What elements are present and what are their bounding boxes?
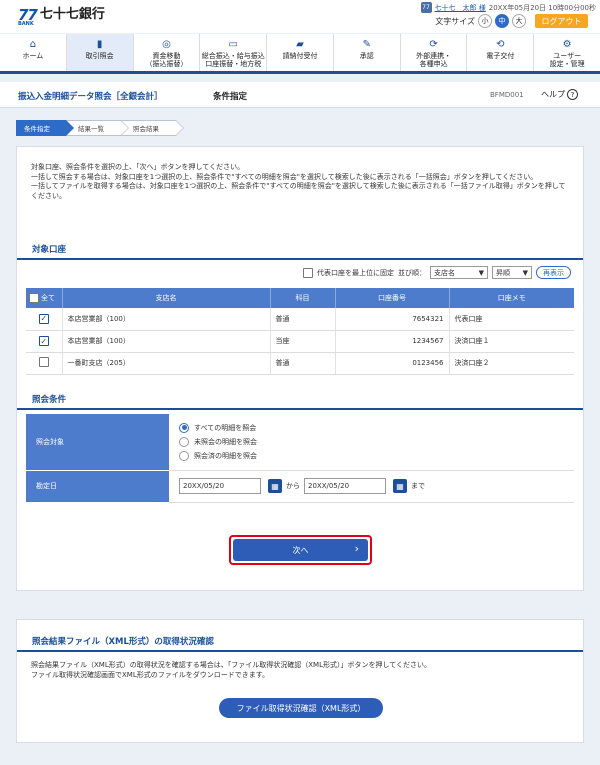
xml-section-heading: 照会結果ファイル（XML形式）の取得状況確認 bbox=[17, 635, 583, 652]
logout-button[interactable]: ログアウト bbox=[535, 14, 588, 28]
nav-item-home[interactable]: ⌂ ホーム bbox=[0, 34, 67, 71]
nav-item-transaction-inquiry[interactable]: ▮ 取引照会 bbox=[66, 34, 134, 71]
nav-item-external[interactable]: ⟳ 外部連携・ 各種申込 bbox=[401, 34, 468, 71]
screen-id: BFMD001 bbox=[490, 91, 524, 99]
table-row[interactable]: 一番町支店（205） 普通 0123456 決済口座２ bbox=[26, 352, 574, 375]
col-account-number: 口座番号 bbox=[335, 288, 450, 308]
help-link[interactable]: ヘルプ? bbox=[541, 89, 578, 100]
nav-item-user-settings[interactable]: ⚙ ユーザー 設定・管理 bbox=[534, 34, 600, 71]
file-status-check-button[interactable]: ファイル取得状況確認（XML形式） bbox=[219, 698, 383, 718]
condition-target-row: 照会対象 すべての明細を照会 未照会の明細を照会 照会済の明細を照会 bbox=[26, 414, 574, 471]
step-result-list: 結果一覧 bbox=[66, 120, 129, 136]
document-icon: ▮ bbox=[96, 39, 103, 50]
condition-card: 対象口座、照会条件を選択の上、「次へ」ボタンを押してください。 一括して照会する… bbox=[16, 146, 584, 591]
date-from-input[interactable]: 20XX/05/20 bbox=[179, 478, 261, 494]
radio-button[interactable] bbox=[179, 436, 189, 447]
account-table: 全て 支店名 科目 口座番号 口座メモ ✓ 本店営業部（100） 普通 7654… bbox=[26, 288, 574, 375]
col-memo: 口座メモ bbox=[449, 288, 574, 308]
font-size-large-button[interactable]: 大 bbox=[512, 14, 526, 28]
radio-all[interactable]: すべての明細を照会 bbox=[179, 421, 574, 435]
condition-date-row: 勘定日 20XX/05/20 ▦ から 20XX/05/20 ▦ まで bbox=[26, 470, 574, 503]
header: 77 BANK 七十七銀行 77 七十七 太郎 様 20XX年05月20日 10… bbox=[0, 0, 600, 33]
font-size-label: 文字サイズ bbox=[435, 16, 475, 26]
from-label: から bbox=[286, 482, 300, 490]
bank-name: 七十七銀行 bbox=[39, 7, 105, 22]
question-icon: ? bbox=[567, 89, 578, 100]
condition-target-label: 照会対象 bbox=[26, 414, 169, 471]
next-button[interactable]: 次へ › bbox=[233, 539, 368, 561]
font-size-small-button[interactable]: 小 bbox=[478, 14, 492, 28]
select-all-checkbox[interactable] bbox=[29, 293, 39, 303]
col-branch: 支店名 bbox=[62, 288, 271, 308]
radio-unviewed[interactable]: 未照会の明細を照会 bbox=[179, 435, 574, 449]
user-info: 77 七十七 太郎 様 20XX年05月20日 10時00分00秒 bbox=[420, 2, 596, 13]
font-size-medium-button[interactable]: 中 bbox=[495, 14, 509, 28]
step-condition: 条件指定 bbox=[16, 120, 74, 136]
chevron-right-icon: › bbox=[354, 542, 359, 555]
logo-bank-text: BANK bbox=[18, 21, 34, 27]
nav-item-tax-payment[interactable]: ▰ 請納付受付 bbox=[267, 34, 334, 71]
condition-table: 照会対象 すべての明細を照会 未照会の明細を照会 照会済の明細を照会 勘定日 2… bbox=[26, 414, 574, 503]
next-button-highlight: 次へ › bbox=[229, 535, 372, 565]
nav-item-fund-transfer[interactable]: ◎ 資金移動 （振込振替） bbox=[134, 34, 201, 71]
logo-number: 77 bbox=[18, 6, 38, 24]
to-label: まで bbox=[411, 482, 425, 490]
page-subtitle: 条件指定 bbox=[213, 92, 248, 102]
dropdown-arrow-icon: ▼ bbox=[522, 268, 528, 277]
fund-transfer-icon: ◎ bbox=[162, 39, 171, 50]
radio-viewed[interactable]: 照会済の明細を照会 bbox=[179, 449, 574, 463]
approve-icon: ✎ bbox=[362, 39, 371, 50]
row-checkbox[interactable] bbox=[38, 357, 49, 367]
person-icon: 77 bbox=[420, 2, 432, 13]
row-checkbox[interactable]: ✓ bbox=[38, 313, 49, 324]
account-list-controls: 代表口座を最上位に固定 並び順： 支店名 ▼ 昇順 ▼ 再表示 bbox=[303, 266, 571, 279]
nav-item-bulk-transfer[interactable]: ▭ 総合振込・給与振込 口座振替・地方税 bbox=[200, 34, 268, 71]
redisplay-button[interactable]: 再表示 bbox=[536, 266, 571, 279]
font-size-switcher: 文字サイズ 小 中 大 ログアウト bbox=[435, 14, 588, 28]
nav-item-e-delivery[interactable]: ⟲ 電子交付 bbox=[467, 34, 535, 71]
pin-primary-label: 代表口座を最上位に固定 bbox=[317, 268, 394, 277]
col-type: 科目 bbox=[270, 288, 336, 308]
user-settings-icon: ⚙ bbox=[562, 39, 572, 50]
condition-section-heading: 照会条件 bbox=[17, 393, 583, 410]
calendar-icon[interactable]: ▦ bbox=[268, 479, 282, 493]
date-to-input[interactable]: 20XX/05/20 bbox=[304, 478, 386, 494]
external-link-icon: ⟳ bbox=[429, 39, 438, 50]
nav-item-approval[interactable]: ✎ 承認 bbox=[334, 34, 401, 71]
calendar-icon[interactable]: ▦ bbox=[393, 479, 407, 493]
sort-order-select[interactable]: 昇順 ▼ bbox=[492, 266, 532, 279]
account-section-heading: 対象口座 bbox=[17, 243, 583, 260]
table-row[interactable]: ✓ 本店営業部（100） 普通 7654321 代表口座 bbox=[26, 308, 574, 331]
page-title-bar: 振込入金明細データ照会［全銀会計］ 条件指定 BFMD001 ヘルプ? bbox=[0, 82, 600, 108]
xml-description: 照会結果ファイル（XML形式）の取得状況を確認する場合は、「ファイル取得状況確認… bbox=[31, 661, 432, 679]
sort-label: 並び順： bbox=[398, 268, 426, 277]
bank-logo[interactable]: 77 BANK 七十七銀行 bbox=[18, 6, 105, 27]
sort-key-select[interactable]: 支店名 ▼ bbox=[430, 266, 488, 279]
select-all-header[interactable]: 全て bbox=[26, 288, 63, 308]
account-table-header: 全て 支店名 科目 口座番号 口座メモ bbox=[26, 288, 574, 308]
table-row[interactable]: ✓ 本店営業部（100） 当座 1234567 決済口座１ bbox=[26, 330, 574, 353]
e-delivery-icon: ⟲ bbox=[496, 39, 505, 50]
login-time: 20XX年05月20日 10時00分00秒 bbox=[488, 3, 596, 12]
global-nav: ⌂ ホーム ▮ 取引照会 ◎ 資金移動 （振込振替） ▭ 総合振込・給与振込 口座振替・… bbox=[0, 34, 600, 74]
step-result-detail: 照会結果 bbox=[121, 120, 184, 136]
date-label: 勘定日 bbox=[26, 470, 169, 503]
payroll-icon: ▭ bbox=[228, 39, 238, 50]
instructions: 対象口座、照会条件を選択の上、「次へ」ボタンを押してください。 一括して照会する… bbox=[31, 163, 566, 200]
home-icon: ⌂ bbox=[29, 39, 37, 50]
radio-button[interactable] bbox=[179, 422, 189, 433]
tax-payment-icon: ▰ bbox=[296, 39, 304, 50]
row-checkbox[interactable]: ✓ bbox=[38, 336, 49, 346]
xml-status-card: 照会結果ファイル（XML形式）の取得状況確認 照会結果ファイル（XML形式）の取… bbox=[16, 619, 584, 743]
page-title: 振込入金明細データ照会［全銀会計］ bbox=[18, 92, 163, 102]
pin-primary-checkbox[interactable] bbox=[303, 267, 313, 278]
radio-button[interactable] bbox=[179, 450, 189, 461]
step-indicator: 条件指定 結果一覧 照会結果 bbox=[16, 120, 184, 136]
dropdown-arrow-icon: ▼ bbox=[478, 268, 484, 277]
user-name[interactable]: 七十七 太郎 様 bbox=[435, 3, 486, 13]
